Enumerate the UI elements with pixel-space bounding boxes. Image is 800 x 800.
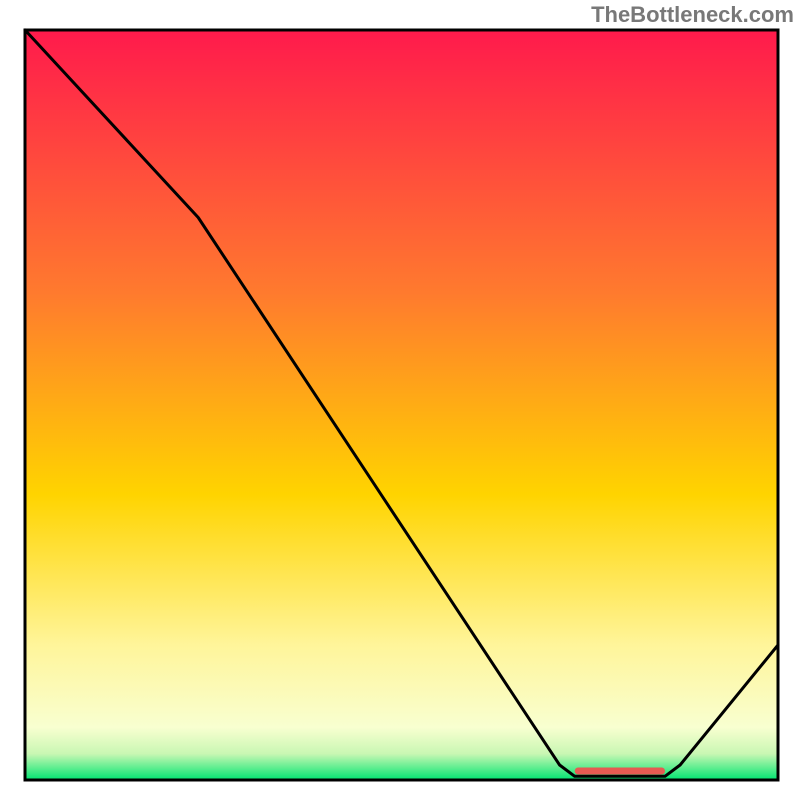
chart-container: TheBottleneck.com [0,0,800,800]
plot-background [25,30,778,780]
optimal-range-marker [575,768,665,775]
bottleneck-chart [0,0,800,800]
watermark-label: TheBottleneck.com [591,2,794,28]
